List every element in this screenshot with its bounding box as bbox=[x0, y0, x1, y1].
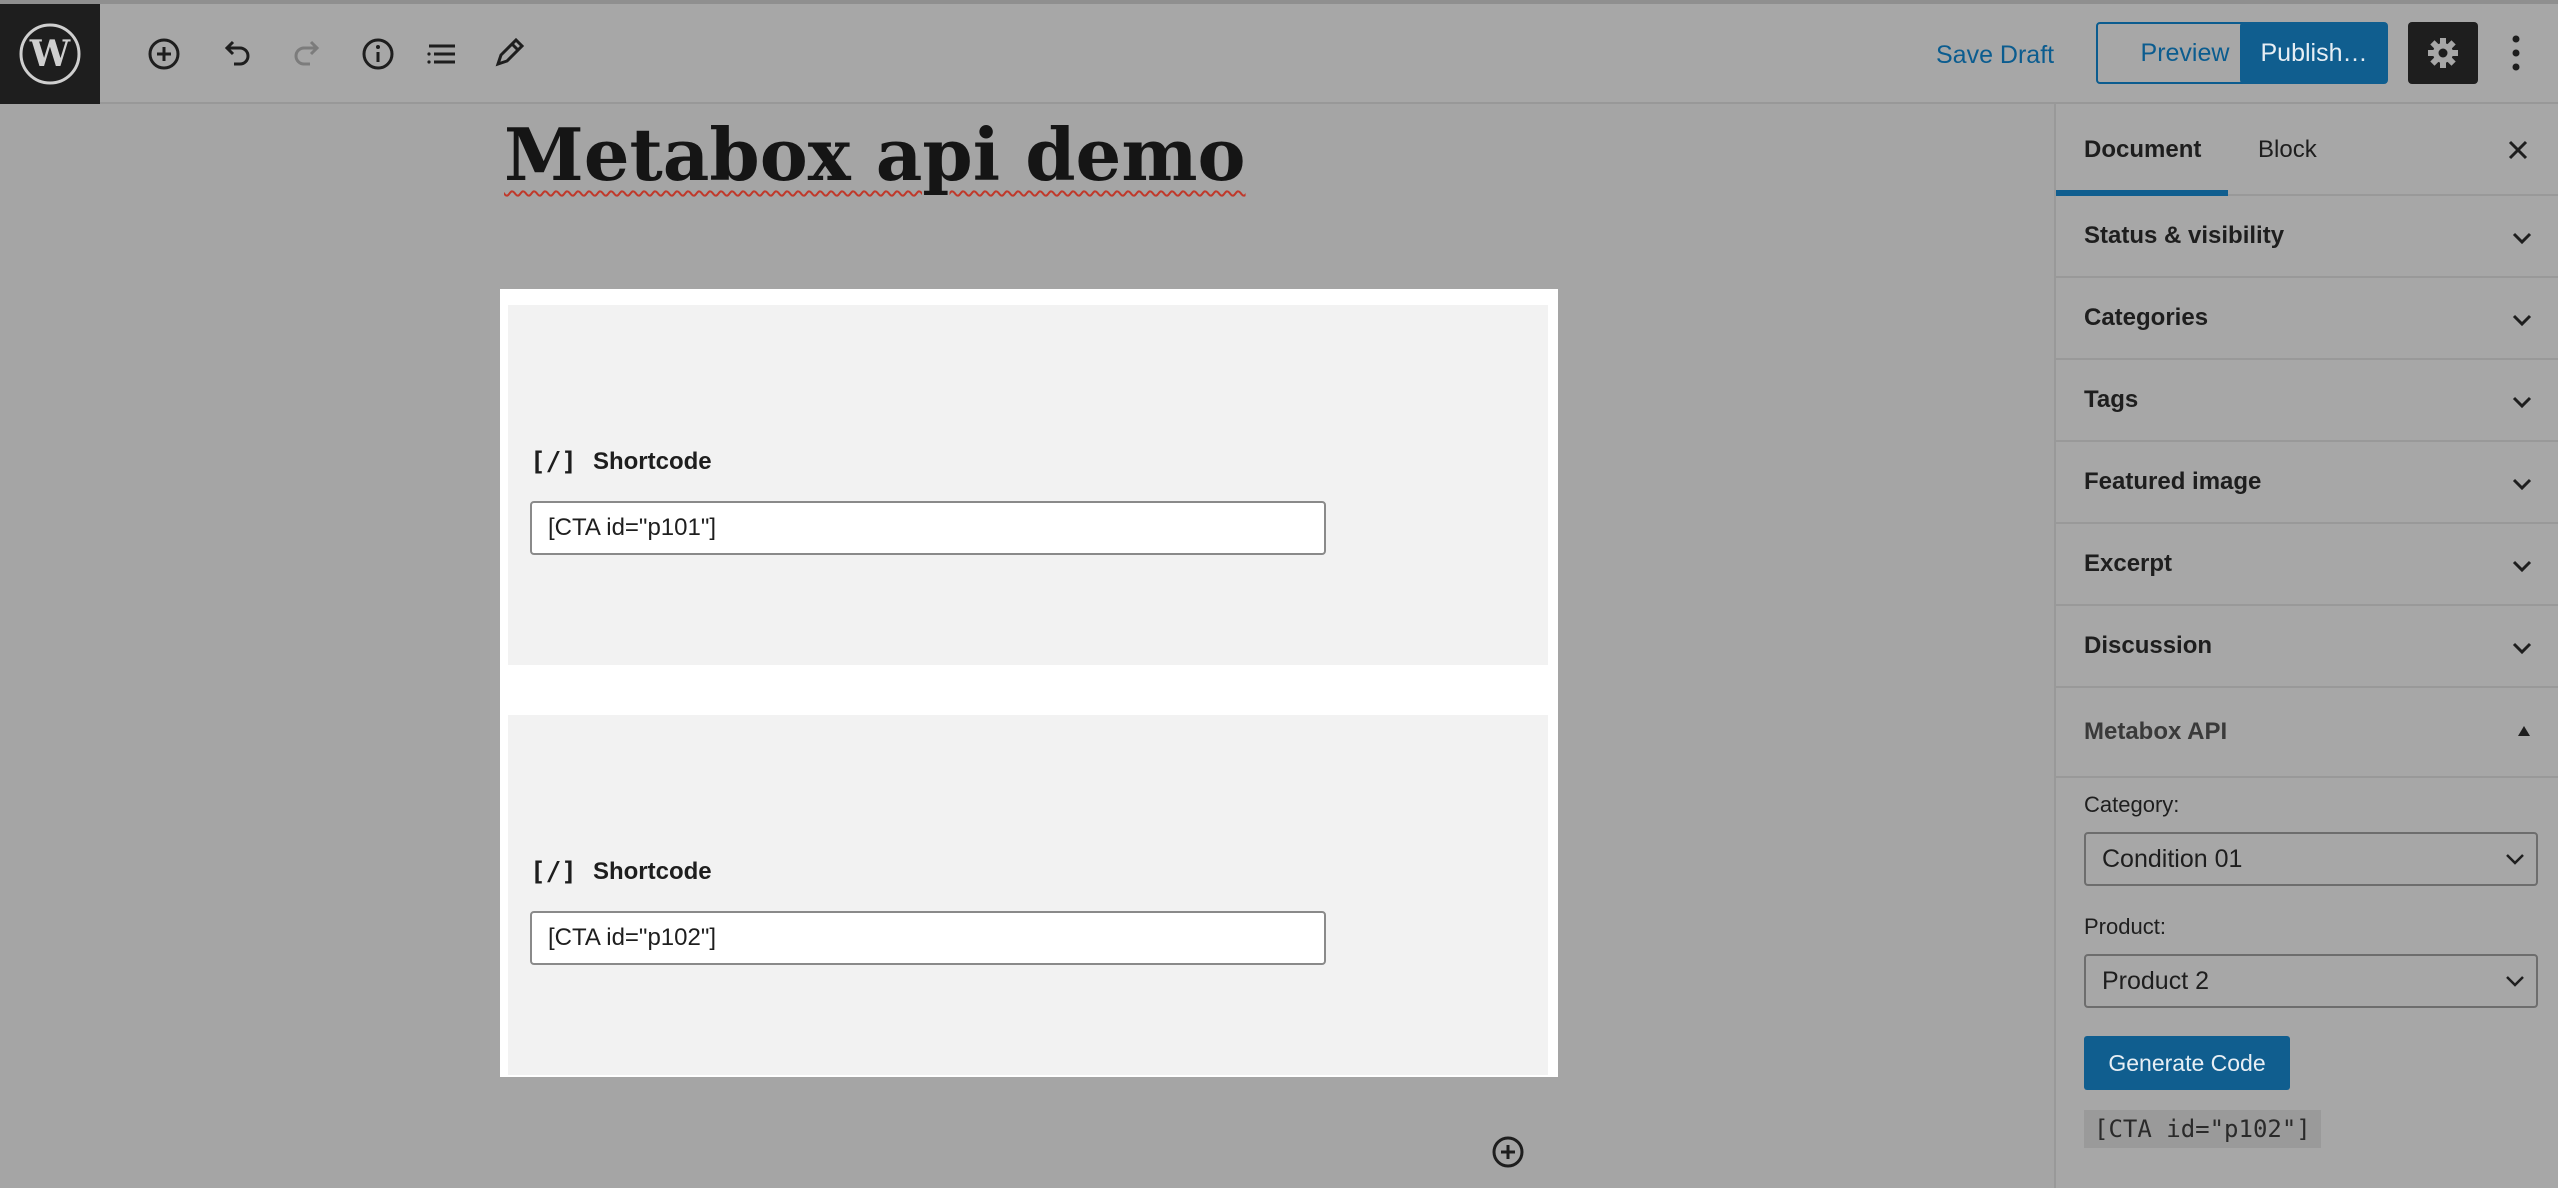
shortcode-block-header: [/] Shortcode bbox=[530, 857, 712, 887]
panel-title: Featured image bbox=[2084, 468, 2262, 495]
wordpress-logo-icon[interactable]: W bbox=[0, 4, 100, 104]
sidebar-tabs: Document Block bbox=[2056, 104, 2558, 196]
save-draft-button[interactable]: Save Draft bbox=[1920, 30, 2070, 80]
category-label: Category: bbox=[2084, 792, 2180, 817]
generate-code-button[interactable]: Generate Code bbox=[2084, 1036, 2290, 1090]
chevron-down-icon bbox=[2512, 560, 2532, 573]
tab-block[interactable]: Block bbox=[2258, 104, 2317, 196]
chevron-down-icon bbox=[2512, 232, 2532, 245]
add-block-icon[interactable] bbox=[142, 32, 186, 76]
settings-sidebar: Document Block Status & visibility Categ… bbox=[2054, 104, 2558, 1188]
add-block-inline-icon[interactable] bbox=[1490, 1134, 1526, 1170]
shortcode-block-2[interactable]: [/] Shortcode [CTA id="p102"] bbox=[508, 715, 1548, 1075]
publish-button[interactable]: Publish… bbox=[2240, 22, 2388, 84]
caret-up-icon bbox=[2518, 726, 2530, 736]
more-vertical-icon[interactable] bbox=[2496, 22, 2536, 84]
chevron-down-icon bbox=[2506, 976, 2524, 987]
chevron-down-icon bbox=[2506, 854, 2524, 865]
panel-discussion[interactable]: Discussion bbox=[2056, 606, 2558, 688]
shortcode-block-label: Shortcode bbox=[592, 858, 712, 885]
shortcode-input[interactable]: [CTA id="p101"] bbox=[530, 501, 1326, 555]
panel-title: Tags bbox=[2084, 386, 2139, 413]
panel-excerpt[interactable]: Excerpt bbox=[2056, 524, 2558, 606]
panel-title: Status & visibility bbox=[2084, 222, 2285, 249]
shortcode-block-1[interactable]: [/] Shortcode [CTA id="p101"] bbox=[508, 305, 1548, 665]
panel-featured-image[interactable]: Featured image bbox=[2056, 442, 2558, 524]
generated-code-output: [CTA id="p102"] bbox=[2084, 1110, 2321, 1148]
shortcode-icon: [/] bbox=[530, 857, 577, 887]
post-title-text[interactable]: Metabox api demo bbox=[504, 112, 1246, 197]
undo-icon[interactable] bbox=[214, 32, 258, 76]
info-icon[interactable] bbox=[356, 32, 400, 76]
edit-tools-icon[interactable] bbox=[486, 32, 530, 76]
chevron-down-icon bbox=[2512, 396, 2532, 409]
svg-text:W: W bbox=[29, 33, 71, 75]
close-icon[interactable] bbox=[2500, 132, 2536, 168]
panel-title: Excerpt bbox=[2084, 550, 2173, 577]
panel-status-visibility[interactable]: Status & visibility bbox=[2056, 196, 2558, 278]
panel-title: Categories bbox=[2084, 304, 2209, 331]
panel-tags[interactable]: Tags bbox=[2056, 360, 2558, 442]
outline-icon[interactable] bbox=[420, 32, 464, 76]
category-select[interactable]: Condition 01 bbox=[2084, 832, 2538, 886]
post-title[interactable]: Metabox api demo bbox=[504, 112, 1246, 197]
chevron-down-icon bbox=[2512, 314, 2532, 327]
gear-icon[interactable] bbox=[2408, 22, 2478, 84]
product-select[interactable]: Product 2 bbox=[2084, 954, 2538, 1008]
shortcode-block-header: [/] Shortcode bbox=[530, 447, 712, 477]
shortcode-block-label: Shortcode bbox=[592, 448, 712, 475]
content-area: [/] Shortcode [CTA id="p101"] [/] Shortc… bbox=[500, 289, 1558, 1077]
chevron-down-icon bbox=[2512, 478, 2532, 491]
shortcode-input[interactable]: [CTA id="p102"] bbox=[530, 911, 1326, 965]
category-select-value: Condition 01 bbox=[2102, 845, 2243, 873]
panel-title: Discussion bbox=[2084, 632, 2213, 659]
editor-header: W Save Draft Preview Publish… bbox=[0, 0, 2558, 104]
redo-icon[interactable] bbox=[286, 32, 330, 76]
panel-title: Metabox API bbox=[2084, 718, 2228, 745]
header-top-border bbox=[0, 0, 2558, 4]
product-label: Product: bbox=[2084, 914, 2166, 939]
chevron-down-icon bbox=[2512, 642, 2532, 655]
product-select-value: Product 2 bbox=[2102, 967, 2210, 995]
shortcode-icon: [/] bbox=[530, 447, 577, 477]
panel-categories[interactable]: Categories bbox=[2056, 278, 2558, 360]
panel-metabox-api[interactable]: Metabox API bbox=[2056, 688, 2558, 778]
tab-document[interactable]: Document bbox=[2084, 104, 2201, 196]
